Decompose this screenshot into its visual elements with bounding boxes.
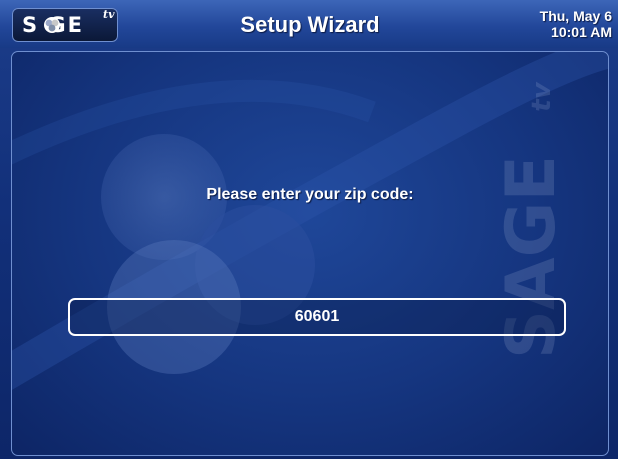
clock-time: 10:01 AM xyxy=(551,24,612,40)
wizard-panel: SAGE tv Please enter your zip code: 6060… xyxy=(11,51,609,456)
zip-code-value: 60601 xyxy=(294,308,340,325)
background-art: SAGE tv xyxy=(12,52,608,390)
sagetv-logo: S GE tv xyxy=(12,8,118,42)
page-title: Setup Wizard xyxy=(240,12,380,37)
svg-text:tv: tv xyxy=(527,81,557,111)
zip-prompt-label: Please enter your zip code: xyxy=(206,186,414,203)
logo-superscript: tv xyxy=(103,8,115,21)
setup-wizard-screen: S GE tv Setup Wizard Thu, May 6 10:01 AM xyxy=(0,0,618,459)
zip-code-field[interactable]: 60601 xyxy=(68,298,566,336)
clock: Thu, May 6 10:01 AM xyxy=(540,8,612,40)
logo-trefoil-icon xyxy=(44,17,60,33)
header-bar: S GE tv Setup Wizard Thu, May 6 10:01 AM xyxy=(0,0,618,48)
clock-date: Thu, May 6 xyxy=(539,8,612,24)
